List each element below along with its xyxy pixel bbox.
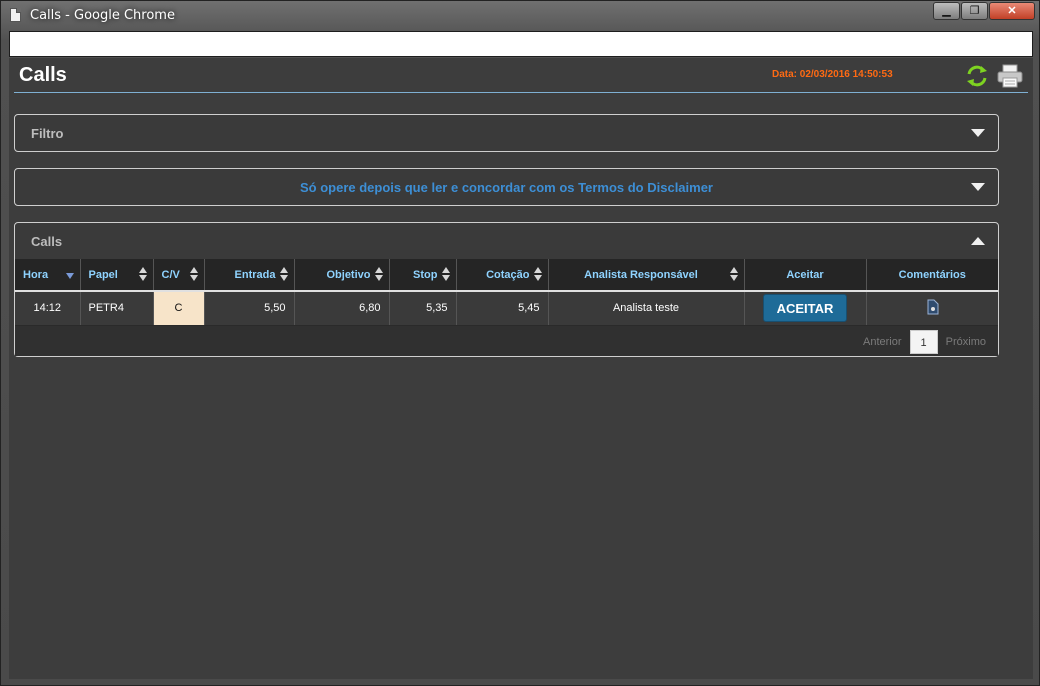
col-stop[interactable]: Stop xyxy=(389,259,457,292)
print-icon[interactable] xyxy=(997,64,1023,88)
col-aceitar: Aceitar xyxy=(744,259,867,292)
sort-icon xyxy=(441,267,450,283)
page-number-button[interactable]: 1 xyxy=(909,329,938,354)
col-cv[interactable]: C/V xyxy=(153,259,205,292)
close-icon: ✕ xyxy=(1007,5,1017,17)
col-comentarios: Comentários xyxy=(866,259,998,292)
disclaimer-link[interactable]: Só opere depois que ler e concordar com … xyxy=(15,180,998,195)
chevron-up-icon[interactable] xyxy=(971,237,985,245)
refresh-icon[interactable] xyxy=(965,64,989,88)
accept-button[interactable]: ACEITAR xyxy=(763,294,847,323)
cell-papel: PETR4 xyxy=(80,291,154,326)
table-row: 14:12 PETR4 C 5,50 6,80 5,35 5,45 Analis… xyxy=(15,291,998,326)
sort-icon xyxy=(279,267,288,283)
comment-icon[interactable] xyxy=(925,299,939,315)
title-bar: Calls - Google Chrome ▁ ❐ ✕ xyxy=(1,1,1040,31)
minimize-button[interactable]: ▁ xyxy=(933,2,960,20)
page-header: Calls Data: 02/03/2016 14:50:53 xyxy=(14,58,1028,93)
page-content: Calls Data: 02/03/2016 14:50:53 Filtro S… xyxy=(9,58,1033,679)
minimize-icon: ▁ xyxy=(942,5,951,17)
col-entrada[interactable]: Entrada xyxy=(204,259,295,292)
pagination: Anterior 1 Próximo xyxy=(15,325,998,356)
calls-label: Calls xyxy=(31,234,63,249)
cell-objetivo: 6,80 xyxy=(294,291,390,326)
disclaimer-panel[interactable]: Só opere depois que ler e concordar com … xyxy=(14,168,999,206)
cell-stop: 5,35 xyxy=(389,291,457,326)
cell-cotacao: 5,45 xyxy=(456,291,549,326)
chevron-down-icon[interactable] xyxy=(971,129,985,137)
cell-entrada: 5,50 xyxy=(204,291,295,326)
restore-button[interactable]: ❐ xyxy=(961,2,988,20)
col-papel[interactable]: Papel xyxy=(80,259,154,292)
close-button[interactable]: ✕ xyxy=(989,2,1035,20)
sort-icon xyxy=(189,267,198,283)
sort-icon xyxy=(138,267,147,283)
col-objetivo[interactable]: Objetivo xyxy=(294,259,390,292)
restore-icon: ❐ xyxy=(969,5,980,17)
cell-hora: 14:12 xyxy=(15,291,81,326)
prev-page-button[interactable]: Anterior xyxy=(855,330,910,354)
window-title: Calls - Google Chrome xyxy=(30,8,175,23)
sort-icon xyxy=(533,267,542,283)
col-hora[interactable]: Hora xyxy=(15,259,81,292)
sort-icon xyxy=(374,267,383,283)
calls-table: Hora Papel C/V Entrada Objetivo Stop Cot… xyxy=(15,259,998,326)
col-cotacao[interactable]: Cotação xyxy=(456,259,549,292)
address-bar[interactable] xyxy=(9,31,1033,57)
cell-comentarios xyxy=(866,291,998,326)
cell-cv: C xyxy=(153,291,205,326)
cell-analista: Analista teste xyxy=(548,291,745,326)
next-page-button[interactable]: Próximo xyxy=(938,330,994,354)
sort-icon xyxy=(729,267,738,283)
page-title: Calls xyxy=(19,64,67,86)
browser-window: Calls - Google Chrome ▁ ❐ ✕ Calls Data: … xyxy=(0,0,1040,686)
calls-panel: Calls Hora Papel C/V Entrada Objetivo St… xyxy=(14,222,999,357)
chevron-down-icon[interactable] xyxy=(971,183,985,191)
sort-desc-icon xyxy=(65,273,74,279)
filter-label: Filtro xyxy=(31,126,64,141)
filter-panel[interactable]: Filtro xyxy=(14,114,999,152)
page-icon xyxy=(10,8,21,22)
col-analista[interactable]: Analista Responsável xyxy=(548,259,745,292)
cell-aceitar: ACEITAR xyxy=(744,291,867,326)
date-label: Data: 02/03/2016 14:50:53 xyxy=(772,69,893,80)
